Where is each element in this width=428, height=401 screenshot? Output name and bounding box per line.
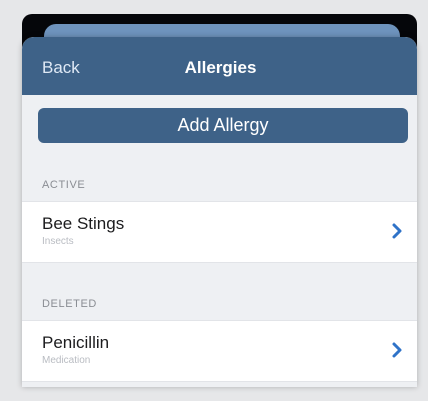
chevron-right-icon (392, 342, 402, 358)
nav-bar: Back Allergies (22, 37, 417, 95)
allergy-name: Penicillin (42, 333, 110, 352)
section-header-deleted: DELETED (42, 298, 97, 310)
section-header-active: ACTIVE (42, 179, 86, 191)
add-allergy-button[interactable]: Add Allergy (38, 108, 408, 143)
list-item-bee-stings[interactable]: Bee Stings Insects (22, 201, 417, 263)
allergy-category: Medication (42, 355, 91, 366)
chevron-right-icon (392, 223, 402, 239)
allergies-sheet: Back Allergies Add Allergy ACTIVE Bee St… (22, 37, 417, 387)
allergy-name: Bee Stings (42, 214, 125, 233)
allergy-category: Insects (42, 236, 74, 247)
list-item-penicillin[interactable]: Penicillin Medication (22, 320, 417, 382)
page-title: Allergies (184, 58, 257, 77)
